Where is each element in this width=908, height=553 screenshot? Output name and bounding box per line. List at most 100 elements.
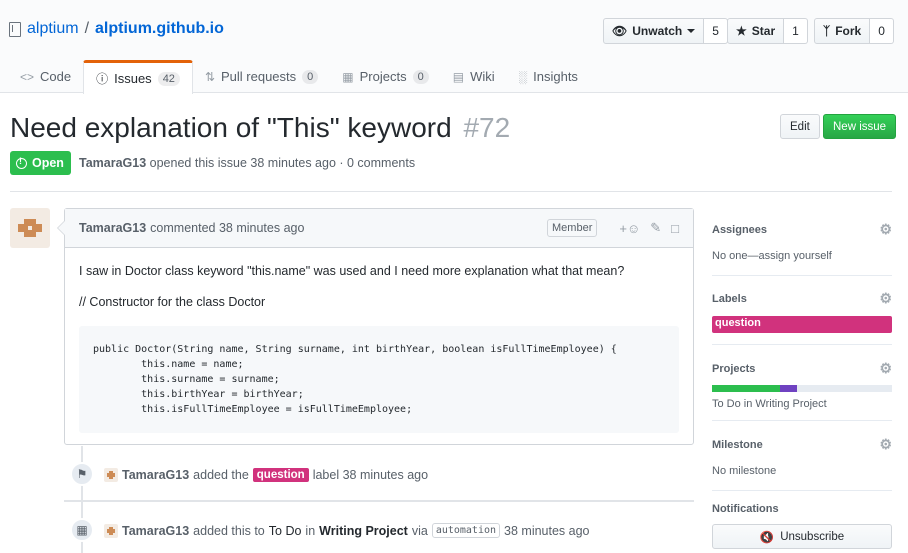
unwatch-button[interactable]: 👁 Unwatch xyxy=(603,18,705,44)
fork-group: ᛉ Fork 0 xyxy=(814,18,894,44)
tab-pull-requests-label: Pull requests xyxy=(221,69,297,84)
labels-section: Labels ⚙ question xyxy=(712,290,892,333)
edit-button[interactable]: Edit xyxy=(780,114,820,139)
project-progress-bar xyxy=(712,385,892,392)
sidebar-divider xyxy=(712,420,892,421)
tab-issues[interactable]: ⓘ Issues 42 xyxy=(83,60,193,94)
star-icon: ★ xyxy=(736,24,747,38)
project-icon: ▦ xyxy=(342,69,354,84)
automation-tag: automation xyxy=(431,523,501,538)
tab-projects[interactable]: ▦ Projects 0 xyxy=(330,60,440,93)
project-link[interactable]: Writing Project xyxy=(319,524,408,538)
book-icon: ▤ xyxy=(452,69,465,84)
avatar[interactable] xyxy=(104,523,118,538)
comment-header: TamaraG13 commented 38 minutes ago Membe… xyxy=(65,209,693,248)
milestone-section: Milestone ⚙ No milestone xyxy=(712,436,892,477)
milestone-value: No milestone xyxy=(712,465,777,477)
projects-heading-text: Projects xyxy=(712,362,756,375)
avatar[interactable] xyxy=(10,208,50,248)
header-divider xyxy=(10,191,892,192)
gear-icon[interactable]: ⚙ xyxy=(879,436,892,453)
assignees-heading-text: Assignees xyxy=(712,223,768,236)
assign-yourself-link[interactable]: No one—assign yourself xyxy=(712,250,892,262)
repo-owner-link[interactable]: alptium xyxy=(27,20,79,38)
repo-name-link[interactable]: alptium.github.io xyxy=(95,20,224,38)
tab-code-label: Code xyxy=(40,69,72,84)
assignees-section: Assignees ⚙ No one—assign yourself xyxy=(712,221,892,262)
new-issue-button[interactable]: New issue xyxy=(823,114,897,139)
edit-pencil-icon[interactable]: ✎ xyxy=(650,220,661,236)
code-block: public Doctor(String name, String surnam… xyxy=(79,326,679,433)
project-link[interactable]: To Do in Writing Project xyxy=(712,398,892,410)
project-column-link[interactable]: To Do xyxy=(269,524,302,538)
comment-author-link[interactable]: TamaraG13 xyxy=(79,221,146,235)
event-text: in xyxy=(305,523,316,538)
report-icon[interactable]: □ xyxy=(671,221,679,236)
eye-icon: 👁 xyxy=(612,24,628,38)
fork-icon: ᛉ xyxy=(823,24,831,38)
pull-request-icon: ⇅ xyxy=(204,69,215,84)
star-count[interactable]: 1 xyxy=(784,18,808,44)
gear-icon[interactable]: ⚙ xyxy=(879,221,892,238)
projects-section: Projects ⚙ To Do in Writing Project xyxy=(712,360,892,410)
unsubscribe-button[interactable]: 🔇 Unsubscribe xyxy=(712,524,892,549)
event-author-link[interactable]: TamaraG13 xyxy=(122,468,189,482)
repo-title: alptium / alptium.github.io xyxy=(9,20,224,38)
member-badge: Member xyxy=(547,219,598,237)
code-icon: <> xyxy=(20,69,35,84)
star-button[interactable]: ★ Star xyxy=(727,18,785,44)
labels-heading-text: Labels xyxy=(712,292,747,305)
gear-icon[interactable]: ⚙ xyxy=(879,290,892,307)
progress-done xyxy=(712,385,781,392)
timeline-event-labeled: TamaraG13 added the question label 38 mi… xyxy=(104,468,428,482)
fork-count[interactable]: 0 xyxy=(870,18,894,44)
repo-separator: / xyxy=(84,20,90,37)
fork-label: Fork xyxy=(835,24,862,38)
progress-in-progress xyxy=(780,385,797,392)
graph-icon: ░ xyxy=(518,69,528,84)
sidebar-divider xyxy=(712,275,892,276)
sidebar-divider xyxy=(712,344,892,345)
notifications-heading-text: Notifications xyxy=(712,503,779,515)
tab-insights[interactable]: ░ Insights xyxy=(507,60,590,93)
assignees-heading[interactable]: Assignees ⚙ xyxy=(712,221,892,238)
event-text: via xyxy=(411,523,428,538)
tab-wiki[interactable]: ▤ Wiki xyxy=(441,60,507,93)
tab-wiki-label: Wiki xyxy=(470,69,495,84)
add-reaction-icon[interactable]: +☺ xyxy=(619,221,640,236)
tab-pull-requests-count: 0 xyxy=(302,69,319,84)
issue-meta-text: opened this issue 38 minutes ago · 0 com… xyxy=(149,156,416,170)
tab-code[interactable]: <> Code xyxy=(8,60,83,93)
event-text: added the xyxy=(193,468,249,482)
issue-author-link[interactable]: TamaraG13 xyxy=(79,156,146,170)
issue-title: Need explanation of "This" keyword #72 xyxy=(10,112,510,144)
labels-heading[interactable]: Labels ⚙ xyxy=(712,290,892,307)
milestone-heading[interactable]: Milestone ⚙ xyxy=(712,436,892,453)
projects-heading[interactable]: Projects ⚙ xyxy=(712,360,892,377)
gear-icon[interactable]: ⚙ xyxy=(879,360,892,377)
label-question[interactable]: question xyxy=(252,468,309,482)
repo-icon xyxy=(9,21,21,37)
status-badge-label: Open xyxy=(32,156,64,170)
sidebar-divider xyxy=(712,490,892,491)
issue-open-icon xyxy=(16,156,27,169)
timeline-divider xyxy=(64,500,694,502)
chevron-down-icon xyxy=(687,29,696,33)
issue-meta: TamaraG13 opened this issue 38 minutes a… xyxy=(79,156,415,170)
tab-pull-requests[interactable]: ⇅ Pull requests 0 xyxy=(193,60,330,93)
repo-header: alptium / alptium.github.io 👁 Unwatch 5 … xyxy=(0,0,908,94)
fork-button[interactable]: ᛉ Fork xyxy=(814,18,871,44)
mute-icon: 🔇 xyxy=(759,531,775,544)
event-author-link[interactable]: TamaraG13 xyxy=(122,524,189,538)
timeline-event-project: TamaraG13 added this to To Do in Writing… xyxy=(104,523,590,538)
watch-count[interactable]: 5 xyxy=(704,18,728,44)
avatar[interactable] xyxy=(104,468,118,482)
notifications-section: Notifications 🔇 Unsubscribe xyxy=(712,503,892,549)
project-icon: ▦ xyxy=(70,518,94,542)
comment: TamaraG13 commented 38 minutes ago Membe… xyxy=(57,208,694,445)
unwatch-label: Unwatch xyxy=(632,24,683,38)
tab-issues-count: 42 xyxy=(157,71,180,86)
issue-number: #72 xyxy=(463,112,511,143)
label-question[interactable]: question xyxy=(712,316,892,333)
unsubscribe-label: Unsubscribe xyxy=(780,530,845,543)
